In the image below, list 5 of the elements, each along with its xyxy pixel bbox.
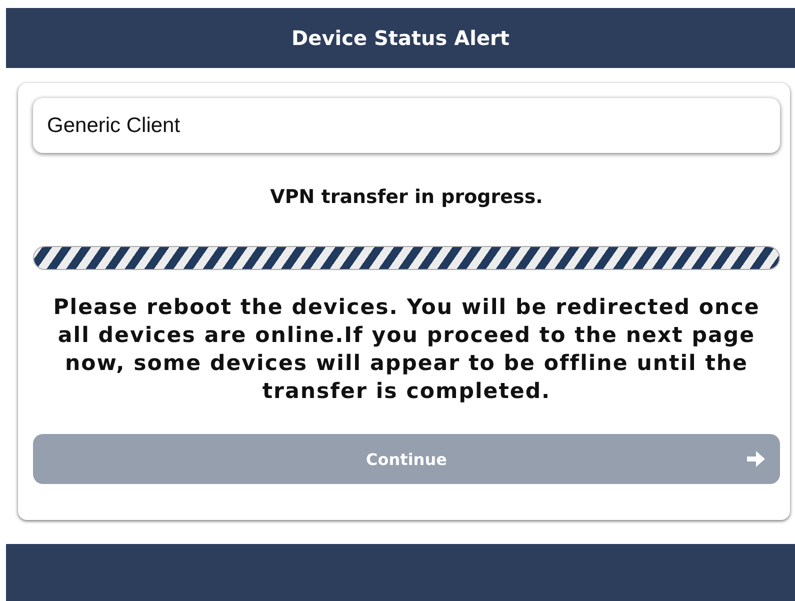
status-text: VPN transfer in progress. [269,186,544,208]
message-text: Please reboot the devices. You will be redirected once all devices are online.If you proceed to the next page now, some devices will appear to be offline until the transfer is completed. [52,294,761,406]
input-field[interactable]: Generic Client [33,98,780,153]
arrow-icon [746,450,766,468]
window-title: Device Status Alert [292,26,510,50]
